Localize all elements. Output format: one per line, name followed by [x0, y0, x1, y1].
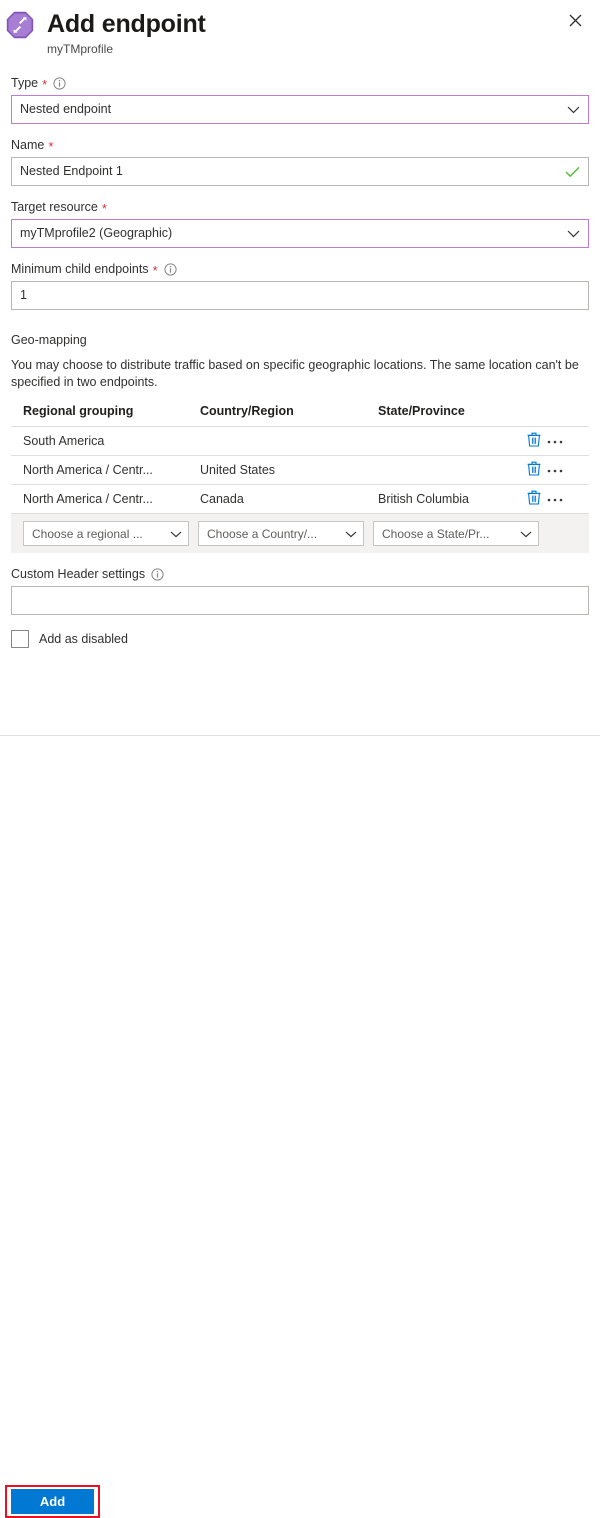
- regional-grouping-select-value: Choose a regional ...: [32, 527, 170, 541]
- state-province-select[interactable]: Choose a State/Pr...: [373, 521, 539, 546]
- custom-header-settings-label: Custom Header settings: [11, 566, 589, 582]
- required-asterisk: *: [153, 266, 158, 276]
- name-field[interactable]: Nested Endpoint 1: [11, 157, 589, 186]
- traffic-manager-icon: [6, 11, 34, 39]
- cell-regional-grouping: North America / Centr...: [23, 492, 200, 506]
- name-label-text: Name: [11, 137, 44, 153]
- delete-row-button[interactable]: [527, 490, 541, 508]
- geo-mapping-table: Regional grouping Country/Region State/P…: [11, 404, 589, 553]
- column-header-state-province: State/Province: [378, 404, 527, 418]
- trash-icon: [527, 461, 541, 479]
- add-as-disabled-checkbox[interactable]: [11, 630, 29, 648]
- country-region-select[interactable]: Choose a Country/...: [198, 521, 364, 546]
- target-resource-label-text: Target resource: [11, 199, 98, 215]
- required-asterisk: *: [42, 80, 47, 90]
- geo-mapping-description: You may choose to distribute traffic bas…: [11, 357, 589, 391]
- chevron-down-icon: [567, 106, 580, 114]
- info-icon[interactable]: [164, 263, 177, 276]
- panel-footer: Add: [0, 736, 600, 788]
- column-header-regional-grouping: Regional grouping: [23, 404, 200, 418]
- minimum-child-endpoints-value: 1: [20, 282, 580, 309]
- breadcrumb-subtitle: myTMprofile: [47, 41, 584, 57]
- table-row[interactable]: North America / Centr... United States: [11, 456, 589, 485]
- target-resource-label: Target resource *: [11, 199, 589, 215]
- table-header-row: Regional grouping Country/Region State/P…: [11, 404, 589, 427]
- delete-row-button[interactable]: [527, 432, 541, 450]
- delete-row-button[interactable]: [527, 461, 541, 479]
- add-button-highlight: Add: [5, 1485, 100, 1518]
- country-region-select-value: Choose a Country/...: [207, 527, 345, 541]
- row-more-options-button[interactable]: [547, 466, 563, 474]
- trash-icon: [527, 432, 541, 450]
- cell-regional-grouping: North America / Centr...: [23, 463, 200, 477]
- table-row[interactable]: North America / Centr... Canada British …: [11, 485, 589, 514]
- custom-header-settings-label-text: Custom Header settings: [11, 566, 145, 582]
- table-row[interactable]: South America: [11, 427, 589, 456]
- ellipsis-icon: [547, 495, 563, 503]
- type-dropdown[interactable]: Nested endpoint: [11, 95, 589, 124]
- ellipsis-icon: [547, 437, 563, 445]
- type-label-text: Type: [11, 75, 38, 91]
- info-icon[interactable]: [53, 77, 66, 90]
- row-more-options-button[interactable]: [547, 495, 563, 503]
- row-more-options-button[interactable]: [547, 437, 563, 445]
- cell-state-province: British Columbia: [378, 492, 527, 506]
- target-resource-value: myTMprofile2 (Geographic): [20, 220, 567, 247]
- info-icon[interactable]: [151, 568, 164, 581]
- ellipsis-icon: [547, 466, 563, 474]
- chevron-down-icon: [567, 230, 580, 238]
- type-value: Nested endpoint: [20, 96, 567, 123]
- geo-mapping-new-row: Choose a regional ... Choose a Country/.…: [11, 514, 589, 553]
- cell-regional-grouping: South America: [23, 434, 200, 448]
- chevron-down-icon: [345, 527, 357, 541]
- cell-country-region: Canada: [200, 492, 378, 506]
- geo-mapping-title: Geo-mapping: [11, 332, 589, 348]
- close-button[interactable]: [562, 9, 588, 35]
- type-label: Type *: [11, 75, 589, 91]
- minimum-child-endpoints-field[interactable]: 1: [11, 281, 589, 310]
- add-as-disabled-row[interactable]: Add as disabled: [11, 630, 589, 648]
- checkmark-icon: [565, 166, 580, 178]
- minimum-child-endpoints-label-text: Minimum child endpoints: [11, 261, 149, 277]
- add-button[interactable]: Add: [11, 1489, 94, 1514]
- add-as-disabled-label: Add as disabled: [39, 632, 128, 646]
- name-label: Name *: [11, 137, 589, 153]
- page-title: Add endpoint: [47, 10, 584, 39]
- close-icon: [569, 14, 582, 30]
- column-header-country-region: Country/Region: [200, 404, 378, 418]
- target-resource-dropdown[interactable]: myTMprofile2 (Geographic): [11, 219, 589, 248]
- required-asterisk: *: [102, 204, 107, 214]
- required-asterisk: *: [48, 142, 53, 152]
- state-province-select-value: Choose a State/Pr...: [382, 527, 520, 541]
- chevron-down-icon: [520, 527, 532, 541]
- custom-header-settings-field[interactable]: [11, 586, 589, 615]
- trash-icon: [527, 490, 541, 508]
- cell-country-region: United States: [200, 463, 378, 477]
- form-body: Type * Nested endpoint Name * Nested End…: [0, 75, 600, 648]
- panel-header: Add endpoint myTMprofile: [0, 0, 600, 62]
- chevron-down-icon: [170, 527, 182, 541]
- regional-grouping-select[interactable]: Choose a regional ...: [23, 521, 189, 546]
- minimum-child-endpoints-label: Minimum child endpoints *: [11, 261, 589, 277]
- name-value: Nested Endpoint 1: [20, 158, 565, 185]
